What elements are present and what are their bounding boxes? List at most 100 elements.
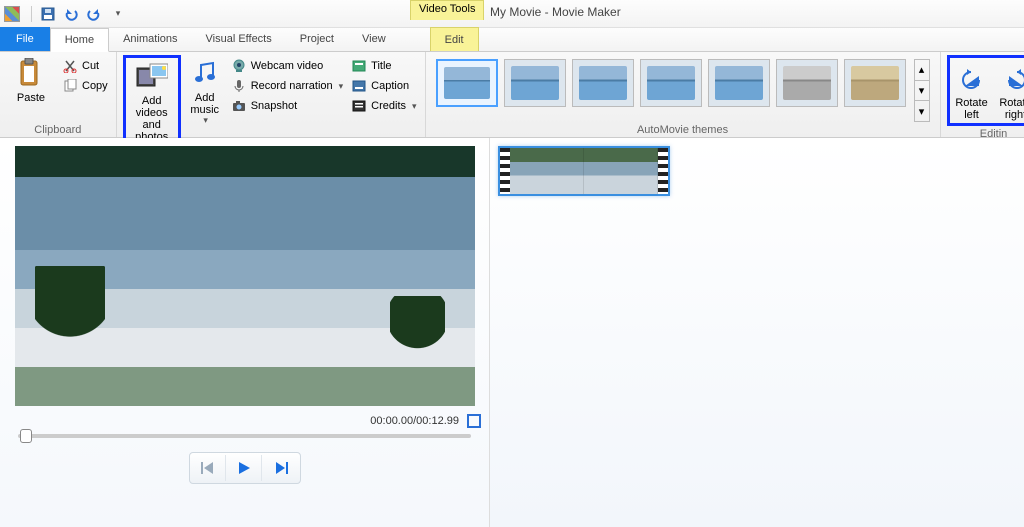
title-btn-label: Title bbox=[371, 60, 391, 72]
cut-icon bbox=[62, 58, 78, 74]
paste-icon bbox=[15, 57, 47, 89]
clip-thumbnails bbox=[510, 148, 658, 194]
ribbon: Paste Cut Copy Clipboard bbox=[0, 52, 1024, 138]
video-preview-image bbox=[15, 146, 475, 406]
clip-thumb-1 bbox=[510, 148, 584, 194]
theme-item-4[interactable] bbox=[640, 59, 702, 107]
group-add: Add videos and photos Add music▾ Webcam … bbox=[117, 52, 426, 137]
qat-dropdown-icon[interactable]: ▾ bbox=[107, 4, 127, 24]
prev-frame-icon bbox=[201, 462, 215, 474]
theme-item-2[interactable] bbox=[504, 59, 566, 107]
tab-animations[interactable]: Animations bbox=[109, 27, 191, 51]
group-editing: Rotate left Rotate right Editin bbox=[941, 52, 1024, 137]
rotate-right-icon bbox=[1000, 62, 1024, 94]
tab-edit[interactable]: Edit bbox=[430, 27, 479, 51]
record-narration-button[interactable]: Record narration▾ bbox=[229, 77, 345, 95]
snapshot-button[interactable]: Snapshot bbox=[229, 97, 345, 115]
fullscreen-icon[interactable] bbox=[467, 414, 481, 428]
credits-label: Credits bbox=[371, 100, 406, 112]
film-edge-left bbox=[500, 148, 510, 194]
group-themes-label: AutoMovie themes bbox=[432, 122, 934, 136]
context-tab-video-tools: Video Tools bbox=[410, 0, 484, 20]
paste-label: Paste bbox=[17, 92, 45, 104]
film-edge-right bbox=[658, 148, 668, 194]
paste-button[interactable]: Paste bbox=[6, 55, 56, 122]
theme-item-3[interactable] bbox=[572, 59, 634, 107]
gallery-expand-icon[interactable]: ▾ bbox=[915, 101, 929, 121]
qat-divider bbox=[31, 6, 32, 22]
main-area: 00:00.00/00:12.99 bbox=[0, 138, 1024, 527]
quick-access-toolbar: ▾ bbox=[28, 4, 127, 24]
add-videos-label: Add videos and photos bbox=[126, 95, 178, 143]
caption-button[interactable]: Caption bbox=[349, 77, 418, 95]
timeline-pane[interactable] bbox=[490, 138, 1024, 527]
caption-label: Caption bbox=[371, 80, 409, 92]
webcam-icon bbox=[231, 58, 247, 74]
seek-thumb[interactable] bbox=[20, 429, 32, 443]
tab-visual-effects[interactable]: Visual Effects bbox=[192, 27, 286, 51]
add-videos-photos-button[interactable]: Add videos and photos bbox=[123, 55, 181, 146]
tab-file[interactable]: File bbox=[0, 27, 50, 51]
playback-controls bbox=[189, 452, 301, 484]
theme-item-6[interactable] bbox=[776, 59, 838, 107]
preview-frame bbox=[15, 146, 475, 406]
clip-thumb-2 bbox=[584, 148, 658, 194]
title-icon bbox=[351, 58, 367, 74]
prev-frame-button[interactable] bbox=[192, 455, 226, 481]
video-clip[interactable] bbox=[498, 146, 670, 196]
rotate-right-label: Rotate right bbox=[996, 97, 1024, 121]
theme-gallery bbox=[432, 55, 910, 122]
camera-icon bbox=[231, 98, 247, 114]
music-icon bbox=[189, 57, 221, 89]
time-display: 00:00.00/00:12.99 bbox=[370, 415, 459, 427]
add-videos-photos-icon bbox=[136, 60, 168, 92]
cut-label: Cut bbox=[82, 60, 99, 72]
title-bar: ▾ Video Tools My Movie - Movie Maker bbox=[0, 0, 1024, 28]
play-button[interactable] bbox=[228, 455, 262, 481]
rotate-left-button[interactable]: Rotate left bbox=[952, 60, 992, 121]
next-frame-icon bbox=[274, 462, 288, 474]
credits-icon bbox=[351, 98, 367, 114]
copy-icon bbox=[62, 78, 78, 94]
group-automovie-themes: ▴ ▾ ▾ AutoMovie themes bbox=[426, 52, 941, 137]
time-total: 00:12.99 bbox=[416, 415, 459, 427]
rotate-left-icon bbox=[956, 62, 988, 94]
cut-button[interactable]: Cut bbox=[60, 57, 110, 75]
group-clipboard: Paste Cut Copy Clipboard bbox=[0, 52, 117, 137]
play-icon bbox=[237, 461, 251, 475]
gallery-scroll-down-icon[interactable]: ▾ bbox=[915, 81, 929, 102]
copy-button[interactable]: Copy bbox=[60, 77, 110, 95]
webcam-label: Webcam video bbox=[251, 60, 324, 72]
preview-pane: 00:00.00/00:12.99 bbox=[0, 138, 490, 527]
add-music-label: Add music bbox=[185, 92, 225, 116]
copy-label: Copy bbox=[82, 80, 108, 92]
rotate-left-label: Rotate left bbox=[952, 97, 992, 121]
gallery-scroll-up-icon[interactable]: ▴ bbox=[915, 60, 929, 81]
undo-icon[interactable] bbox=[61, 4, 81, 24]
next-frame-button[interactable] bbox=[264, 455, 298, 481]
snapshot-label: Snapshot bbox=[251, 100, 297, 112]
webcam-video-button[interactable]: Webcam video bbox=[229, 57, 345, 75]
group-clipboard-label: Clipboard bbox=[6, 122, 110, 136]
rotate-right-button[interactable]: Rotate right bbox=[996, 60, 1024, 121]
ribbon-tabs: File Home Animations Visual Effects Proj… bbox=[0, 28, 1024, 52]
microphone-icon bbox=[231, 78, 247, 94]
window-title: My Movie - Movie Maker bbox=[490, 5, 621, 19]
theme-item-1[interactable] bbox=[436, 59, 498, 107]
app-icon bbox=[4, 6, 20, 22]
add-music-button[interactable]: Add music▾ bbox=[185, 55, 225, 146]
seek-bar[interactable] bbox=[18, 434, 471, 438]
tab-view[interactable]: View bbox=[348, 27, 400, 51]
record-label: Record narration bbox=[251, 80, 333, 92]
theme-item-5[interactable] bbox=[708, 59, 770, 107]
title-button[interactable]: Title bbox=[349, 57, 418, 75]
save-icon[interactable] bbox=[38, 4, 58, 24]
tab-project[interactable]: Project bbox=[286, 27, 348, 51]
credits-button[interactable]: Credits▾ bbox=[349, 97, 418, 115]
gallery-scroll: ▴ ▾ ▾ bbox=[914, 59, 930, 122]
time-current: 00:00.00 bbox=[370, 415, 413, 427]
redo-icon[interactable] bbox=[84, 4, 104, 24]
tab-home[interactable]: Home bbox=[50, 28, 109, 52]
theme-item-7[interactable] bbox=[844, 59, 906, 107]
caption-icon bbox=[351, 78, 367, 94]
